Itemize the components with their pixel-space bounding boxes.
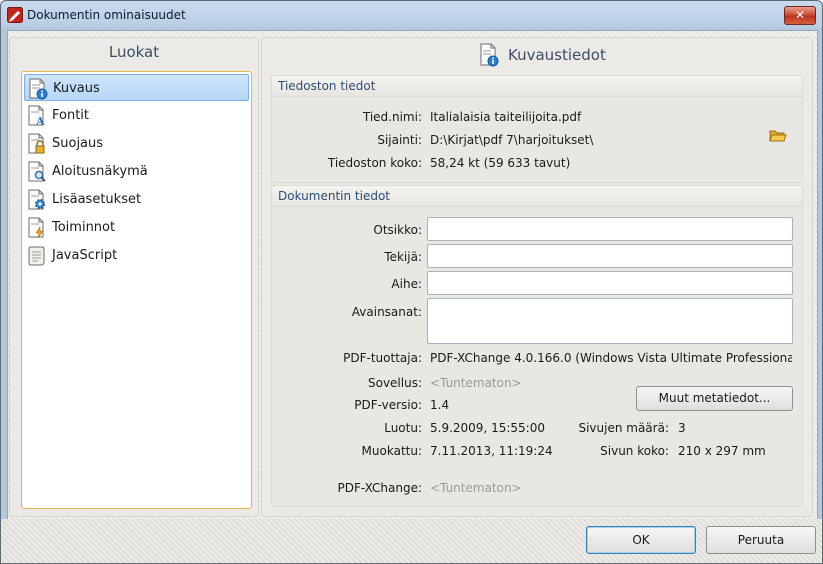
- category-label: Aloitusnäkymä: [52, 164, 148, 179]
- title-input[interactable]: [427, 217, 793, 241]
- script-scroll-icon: [28, 246, 45, 266]
- keywords-label: Avainsanat:: [351, 305, 422, 319]
- document-info-heading-bar: Dokumentin tiedot: [272, 186, 802, 207]
- modified-label: Muokattu:: [361, 444, 422, 458]
- application-label: Sovellus:: [367, 376, 422, 390]
- filename-label: Tied.nimi:: [362, 110, 422, 124]
- location-value: D:\Kirjat\pdf 7\harjoitukset\: [430, 133, 594, 147]
- file-info-heading: Tiedoston tiedot: [278, 79, 376, 93]
- author-label: Tekijä:: [384, 250, 422, 264]
- details-panel: Kuvaustiedot Tiedoston tiedot Tied.nimi:…: [261, 37, 813, 517]
- page-count-value: 3: [678, 421, 686, 435]
- document-search-icon: [28, 161, 46, 182]
- document-info-icon: [29, 78, 48, 100]
- categories-panel: Luokat Kuvaus A Fontit Suojaus Aloitusnä…: [9, 37, 259, 517]
- document-action-icon: [28, 217, 44, 239]
- producer-value: PDF-XChange 4.0.166.0 (Windows Vista Ult…: [430, 351, 792, 365]
- dialog-window: Dokumentin ominaisuudet ✕ Luokat Kuvaus: [0, 0, 823, 564]
- filesize-value: 58,24 kt (59 633 tavut): [430, 156, 571, 170]
- ok-button[interactable]: OK: [586, 526, 696, 554]
- category-item-toiminnot[interactable]: Toiminnot: [24, 214, 249, 241]
- keywords-textarea[interactable]: [427, 298, 793, 344]
- pdfxchange-value: <Tuntematon>: [430, 481, 522, 495]
- filename-value: Italialaisia taiteilijoita.pdf: [430, 110, 582, 124]
- browse-folder-icon[interactable]: [769, 129, 787, 143]
- producer-clip: PDF-XChange 4.0.166.0 (Windows Vista Ult…: [430, 351, 792, 365]
- page-size-label: Sivun koko:: [600, 444, 669, 458]
- document-info-icon: [480, 43, 499, 67]
- category-label: Toiminnot: [52, 220, 116, 235]
- title-label: Otsikko:: [373, 223, 422, 237]
- more-metadata-button[interactable]: Muut metatiedot...: [636, 386, 793, 411]
- category-item-suojaus[interactable]: Suojaus: [24, 130, 249, 157]
- document-info-group: Dokumentin tiedot Otsikko: Tekijä: Aihe:…: [271, 185, 803, 507]
- file-info-heading-bar: Tiedoston tiedot: [272, 76, 802, 97]
- document-info-heading: Dokumentin tiedot: [278, 189, 390, 203]
- author-input[interactable]: [427, 244, 793, 268]
- categories-list[interactable]: Kuvaus A Fontit Suojaus Aloitusnäkymä Li…: [21, 71, 252, 509]
- application-value: <Tuntematon>: [430, 376, 522, 390]
- location-label: Sijainti:: [377, 133, 422, 147]
- button-bar: [1, 519, 822, 563]
- app-logo-icon: [7, 7, 23, 23]
- categories-title: Luokat: [108, 43, 160, 61]
- created-label: Luotu:: [384, 421, 422, 435]
- category-item-javascript[interactable]: JavaScript: [24, 242, 249, 269]
- subject-label: Aihe:: [391, 277, 422, 291]
- pdf-version-value: 1.4: [430, 398, 450, 412]
- category-item-lisaasetukset[interactable]: Lisäasetukset: [24, 186, 249, 213]
- details-header: Kuvaustiedot: [262, 41, 812, 67]
- window-title: Dokumentin ominaisuudet: [27, 8, 186, 22]
- category-label: JavaScript: [52, 248, 118, 263]
- document-font-icon: A: [28, 105, 45, 127]
- cancel-button[interactable]: Peruuta: [706, 526, 816, 554]
- page-count-label: Sivujen määrä:: [578, 421, 669, 435]
- category-label: Kuvaus: [53, 81, 100, 96]
- filesize-label: Tiedoston koko:: [327, 156, 422, 170]
- category-item-fontit[interactable]: A Fontit: [24, 102, 249, 129]
- producer-label: PDF-tuottaja:: [343, 351, 422, 365]
- file-info-group: Tiedoston tiedot Tied.nimi: Italialaisia…: [271, 75, 803, 183]
- subject-input[interactable]: [427, 271, 793, 295]
- category-label: Suojaus: [52, 136, 104, 151]
- pdfxchange-label: PDF-XChange:: [337, 481, 422, 495]
- page-size-value: 210 x 297 mm: [678, 444, 766, 458]
- category-label: Fontit: [52, 108, 90, 123]
- category-item-kuvaus[interactable]: Kuvaus: [24, 74, 249, 101]
- title-bar[interactable]: Dokumentin ominaisuudet ✕: [1, 1, 822, 29]
- document-lock-icon: [28, 133, 45, 154]
- svg-text:A: A: [35, 115, 45, 127]
- category-item-aloitusnakyma[interactable]: Aloitusnäkymä: [24, 158, 249, 185]
- close-button[interactable]: ✕: [784, 6, 816, 25]
- pdf-version-label: PDF-versio:: [354, 398, 422, 412]
- details-title: Kuvaustiedot: [508, 46, 606, 64]
- category-label: Lisäasetukset: [52, 192, 142, 207]
- document-gear-icon: [28, 189, 45, 210]
